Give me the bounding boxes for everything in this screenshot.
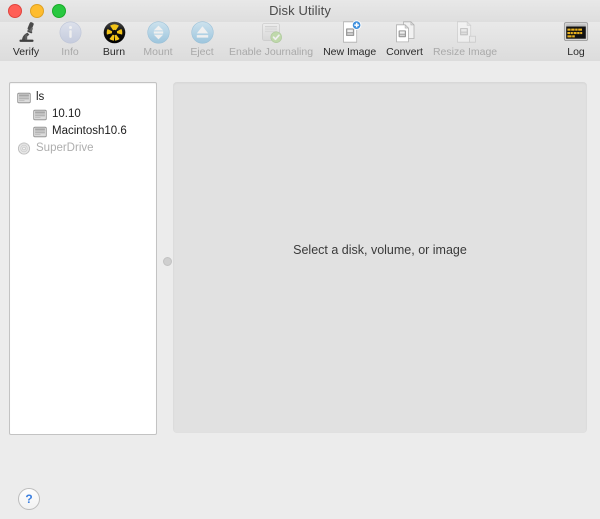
toolbar-label-log: Log — [567, 46, 585, 58]
sidebar-item-10-10[interactable]: 10.10 — [10, 106, 156, 123]
main-detail-panel: Select a disk, volume, or image — [173, 82, 587, 433]
toolbar-label-verify: Verify — [12, 46, 40, 58]
disk-sidebar[interactable]: ls 10.10 Macintosh10.6 SuperDrive — [9, 82, 157, 435]
sidebar-splitter-handle[interactable] — [163, 257, 172, 266]
toolbar-items: Verify Info Burn Mount Eject Enable Jour… — [4, 20, 502, 58]
document-plus-icon — [335, 20, 365, 44]
toolbar-label-resize-image: Resize Image — [432, 46, 498, 58]
toolbar-button-info[interactable]: Info — [48, 20, 92, 58]
window-title: Disk Utility — [269, 3, 331, 18]
disk-utility-window: Disk Utility Verify Info Burn Mount Ejec… — [0, 0, 600, 519]
documents-icon — [390, 20, 420, 44]
volume-icon — [32, 125, 47, 138]
toolbar-label-enable-journaling: Enable Journaling — [229, 46, 314, 58]
microscope-icon — [11, 20, 41, 44]
toolbar-button-eject[interactable]: Eject — [180, 20, 224, 58]
sidebar-label-ls: ls — [36, 91, 45, 103]
toolbar-label-mount: Mount — [143, 46, 173, 58]
optical-disc-icon — [16, 142, 31, 155]
toolbar-button-enable-journaling[interactable]: Enable Journaling — [224, 22, 318, 58]
disk-list: ls 10.10 Macintosh10.6 SuperDrive — [10, 83, 156, 157]
help-button[interactable]: ? — [18, 488, 40, 510]
eject-icon — [187, 20, 217, 44]
toolbar-label-convert: Convert — [386, 46, 423, 58]
toolbar: Verify Info Burn Mount Eject Enable Jour… — [0, 20, 600, 62]
empty-state-message: Select a disk, volume, or image — [293, 242, 467, 257]
toolbar-button-convert[interactable]: Convert — [381, 20, 428, 58]
mount-arrows-icon — [143, 20, 173, 44]
toolbar-label-new-image: New Image — [323, 46, 377, 58]
sidebar-label-10-10: 10.10 — [52, 108, 81, 120]
toolbar-label-burn: Burn — [102, 46, 126, 58]
hard-disk-icon — [16, 91, 31, 104]
disk-check-icon — [256, 20, 286, 44]
toolbar-button-burn[interactable]: Burn — [92, 20, 136, 58]
sidebar-label-macintosh10-6: Macintosh10.6 — [52, 125, 127, 137]
toolbar-button-mount[interactable]: Mount — [136, 20, 180, 58]
volume-icon — [32, 108, 47, 121]
toolbar-label-info: Info — [61, 46, 79, 58]
toolbar-button-new-image[interactable]: New Image — [318, 20, 381, 58]
sidebar-item-superdrive[interactable]: SuperDrive — [10, 140, 156, 157]
title-bar: Disk Utility — [0, 0, 600, 22]
toolbar-button-verify[interactable]: Verify — [4, 22, 48, 58]
content-area: ls 10.10 Macintosh10.6 SuperDrive Select… — [0, 61, 600, 519]
sidebar-item-macintosh10-6[interactable]: Macintosh10.6 — [10, 123, 156, 140]
radiation-icon — [99, 20, 129, 44]
document-resize-icon — [450, 20, 480, 44]
toolbar-label-eject: Eject — [190, 46, 214, 58]
sidebar-item-ls[interactable]: ls — [10, 89, 156, 106]
console-log-icon — [561, 20, 591, 44]
sidebar-label-superdrive: SuperDrive — [36, 142, 94, 154]
toolbar-button-log[interactable]: Log — [557, 22, 595, 58]
info-circle-icon — [55, 20, 85, 44]
toolbar-button-resize-image[interactable]: Resize Image — [428, 20, 502, 58]
